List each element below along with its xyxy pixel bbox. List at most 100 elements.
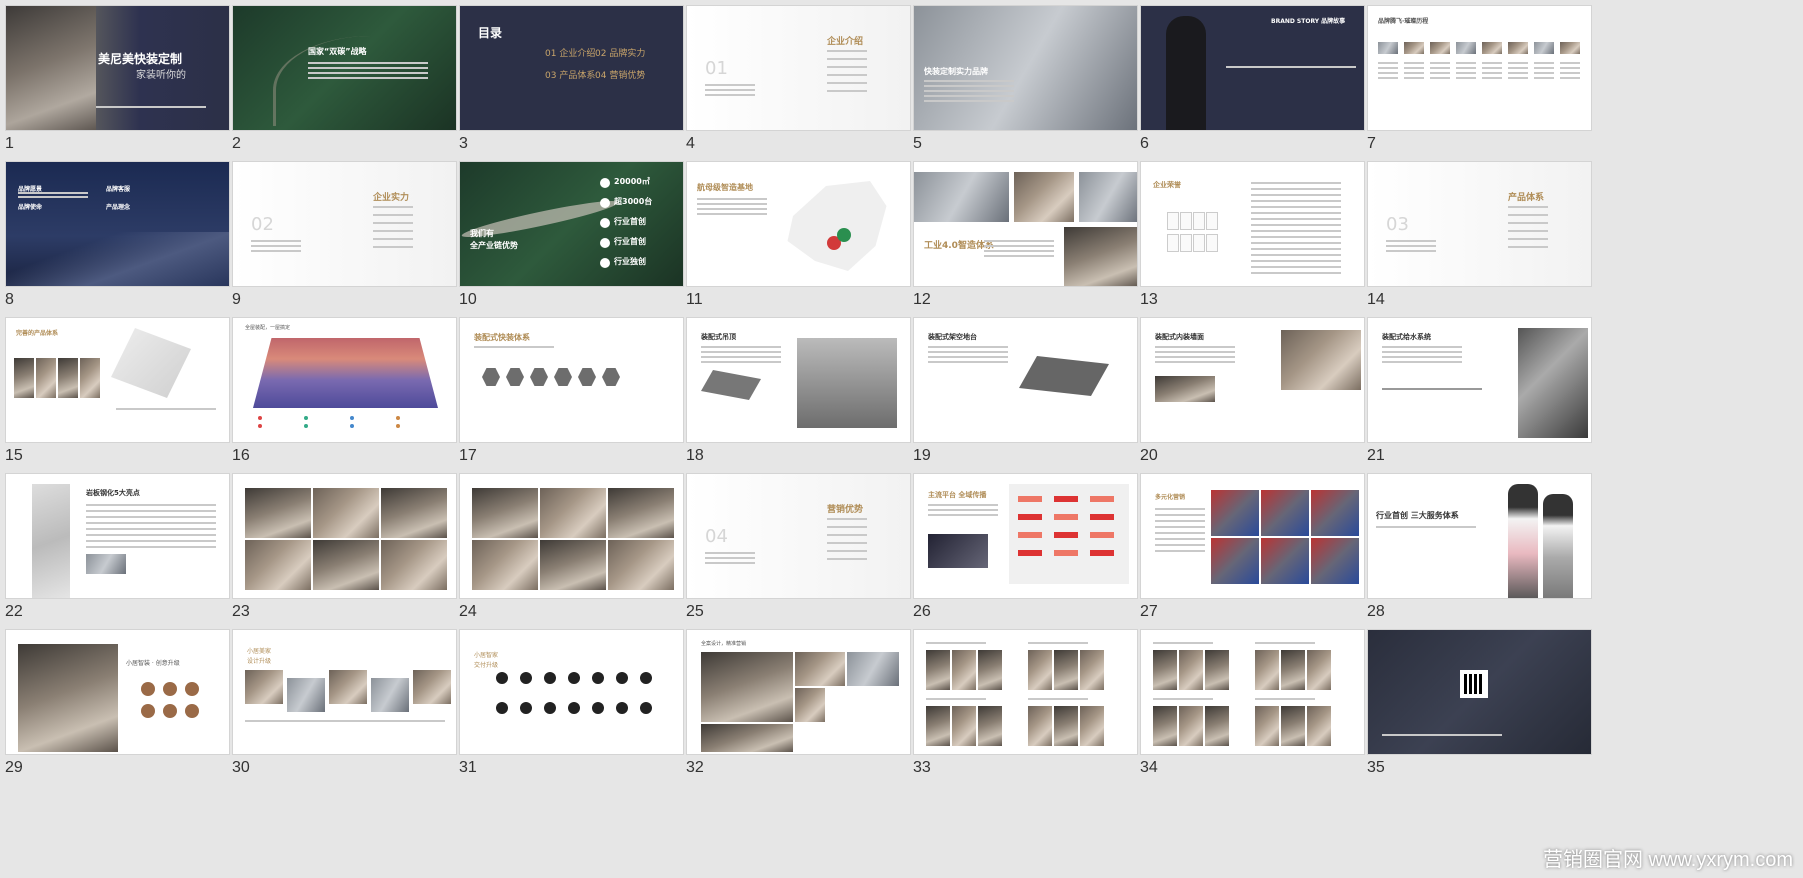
text-placeholder-line — [1430, 77, 1450, 79]
slide-thumbnail-23[interactable] — [232, 473, 457, 599]
certificate — [1180, 234, 1192, 252]
text-placeholder-line — [984, 255, 1054, 257]
certificate — [1167, 234, 1179, 252]
slide-thumbnail-18[interactable]: 装配式吊顶 — [686, 317, 911, 443]
event-photo — [1311, 538, 1359, 584]
stat-value: 行业首创 — [614, 237, 646, 246]
text-placeholder-line — [701, 351, 781, 353]
case-photo — [608, 540, 674, 590]
slide-thumbnail-12[interactable]: 工业4.0智造体系 — [913, 161, 1138, 287]
feature-icon — [141, 682, 155, 696]
text-placeholder-line — [1153, 642, 1213, 644]
slide-text: 小居美家 — [247, 648, 272, 655]
legend-dot — [258, 424, 262, 428]
slide-cell: 主流平台 全域传播 26 — [908, 468, 1169, 644]
text-placeholder-line — [1155, 346, 1235, 348]
slide-thumbnail-7[interactable]: 品牌腾飞·璀璨历程 — [1367, 5, 1592, 131]
text-placeholder-line — [1508, 62, 1528, 64]
slide-thumbnail-5[interactable]: 快装定制实力品牌 — [913, 5, 1138, 131]
slide-text: 小居智装 · 创意升级 — [126, 660, 180, 667]
feature-icon — [163, 704, 177, 718]
text-placeholder-line — [373, 238, 413, 240]
certificate — [1193, 212, 1205, 230]
slide-thumbnail-30[interactable]: 小居美家 设计升级 — [232, 629, 457, 755]
slide-thumbnail-26[interactable]: 主流平台 全域传播 — [913, 473, 1138, 599]
text-placeholder-line — [1508, 230, 1548, 232]
slide-thumbnail-16[interactable]: 全屋装配，一屋搞定 — [232, 317, 457, 443]
case-photo — [1205, 706, 1229, 746]
process-icon — [496, 672, 508, 684]
slide-number: 35 — [1367, 759, 1385, 776]
closet-photo — [18, 644, 118, 752]
showroom-photo — [795, 652, 845, 686]
slide-thumbnail-19[interactable]: 装配式架空地台 — [913, 317, 1138, 443]
slide-thumbnail-11[interactable]: 航母级智造基地 — [686, 161, 911, 287]
slide-thumbnail-32[interactable]: 全案设计，精准营销 — [686, 629, 911, 755]
slide-thumbnail-35[interactable] — [1367, 629, 1592, 755]
slide-thumbnail-14[interactable]: 03 产品体系 — [1367, 161, 1592, 287]
pillar-label: 品牌使命 — [18, 204, 43, 211]
slide-thumbnail-24[interactable] — [459, 473, 684, 599]
text-placeholder-line — [86, 528, 216, 530]
slide-number: 13 — [1140, 291, 1158, 308]
slide-text: 航母级智造基地 — [697, 183, 753, 192]
slide-thumbnail-21[interactable]: 装配式给水系统 — [1367, 317, 1592, 443]
slide-number: 4 — [686, 135, 695, 152]
slide-thumbnail-3[interactable]: 目录 01 企业介绍 02 品牌实力 03 产品体系 04 营销优势 — [459, 5, 684, 131]
pillar-label: 产品理念 — [106, 204, 131, 211]
text-placeholder-line — [701, 356, 781, 358]
slide-thumbnail-27[interactable]: 多元化营销 — [1140, 473, 1365, 599]
slide-text: 我们有 — [470, 229, 494, 238]
text-placeholder-line — [1456, 77, 1476, 79]
slide-thumbnail-8[interactable]: 品牌愿景 品牌使命 品牌客服 产品理念 — [5, 161, 230, 287]
slide-thumbnail-6[interactable]: BRAND STORY 品牌故事 — [1140, 5, 1365, 131]
slide-thumbnail-20[interactable]: 装配式内装墙面 — [1140, 317, 1365, 443]
case-photo — [1054, 650, 1078, 690]
text-placeholder-line — [1508, 238, 1548, 240]
text-placeholder-line — [116, 408, 216, 410]
slide-text: 目录 — [478, 26, 503, 40]
slide-thumbnail-15[interactable]: 完善的产品体系 — [5, 317, 230, 443]
slide-thumbnail-17[interactable]: 装配式快装体系 — [459, 317, 684, 443]
slide-thumbnail-2[interactable]: 国家“双碳”战略 — [232, 5, 457, 131]
case-photo — [472, 488, 538, 538]
slide-thumbnail-29[interactable]: 小居智装 · 创意升级 — [5, 629, 230, 755]
text-placeholder-line — [1378, 77, 1398, 79]
slide-thumbnail-28[interactable]: 行业首创 三大服务体系 — [1367, 473, 1592, 599]
slide-number: 6 — [1140, 135, 1149, 152]
slide-thumbnail-1[interactable]: 美尼美快装定制 家装听你的 — [5, 5, 230, 131]
stat-icon — [600, 198, 610, 208]
text-placeholder-line — [701, 361, 781, 363]
text-placeholder-line — [827, 518, 867, 520]
slide-thumbnail-33[interactable] — [913, 629, 1138, 755]
slide-number: 5 — [913, 135, 922, 152]
slide-cell: 国家“双碳”战略 2 — [227, 0, 488, 176]
text-placeholder-line — [827, 74, 867, 76]
case-photo — [926, 706, 950, 746]
platform-logo — [1054, 514, 1078, 520]
slide-cell: 快装定制实力品牌 5 — [908, 0, 1169, 176]
text-placeholder-line — [827, 58, 867, 60]
feature-icon — [141, 704, 155, 718]
case-photo — [540, 488, 606, 538]
slide-thumbnail-34[interactable] — [1140, 629, 1365, 755]
platform-logo — [1090, 550, 1114, 556]
slide-thumbnail-13[interactable]: 企业荣誉 — [1140, 161, 1365, 287]
slide-thumbnail-31[interactable]: 小居智家 交付升级 — [459, 629, 684, 755]
text-placeholder-line — [308, 77, 428, 79]
slide-number: 29 — [5, 759, 23, 776]
text-placeholder-line — [984, 250, 1054, 252]
slide-thumbnail-10[interactable]: 我们有 全产业链优势 20000㎡ 超3000台 行业首创 行业首创 行业独创 — [459, 161, 684, 287]
slide-thumbnail-4[interactable]: 01 企业介绍 — [686, 5, 911, 131]
slide-thumbnail-9[interactable]: 02 企业实力 — [232, 161, 457, 287]
slide-thumbnail-22[interactable]: 岩板钢化5大亮点 — [5, 473, 230, 599]
person-photo — [1166, 16, 1206, 130]
slide-text: 交付升级 — [474, 662, 499, 669]
slide-cell: 多元化营销 27 — [1135, 468, 1396, 644]
process-icon — [568, 702, 580, 714]
slide-number: 8 — [5, 291, 14, 308]
slide-cell: 装配式架空地台 19 — [908, 312, 1169, 488]
slide-text: 产品体系 — [1508, 193, 1545, 203]
event-photo — [1311, 490, 1359, 536]
slide-thumbnail-25[interactable]: 04 营销优势 — [686, 473, 911, 599]
